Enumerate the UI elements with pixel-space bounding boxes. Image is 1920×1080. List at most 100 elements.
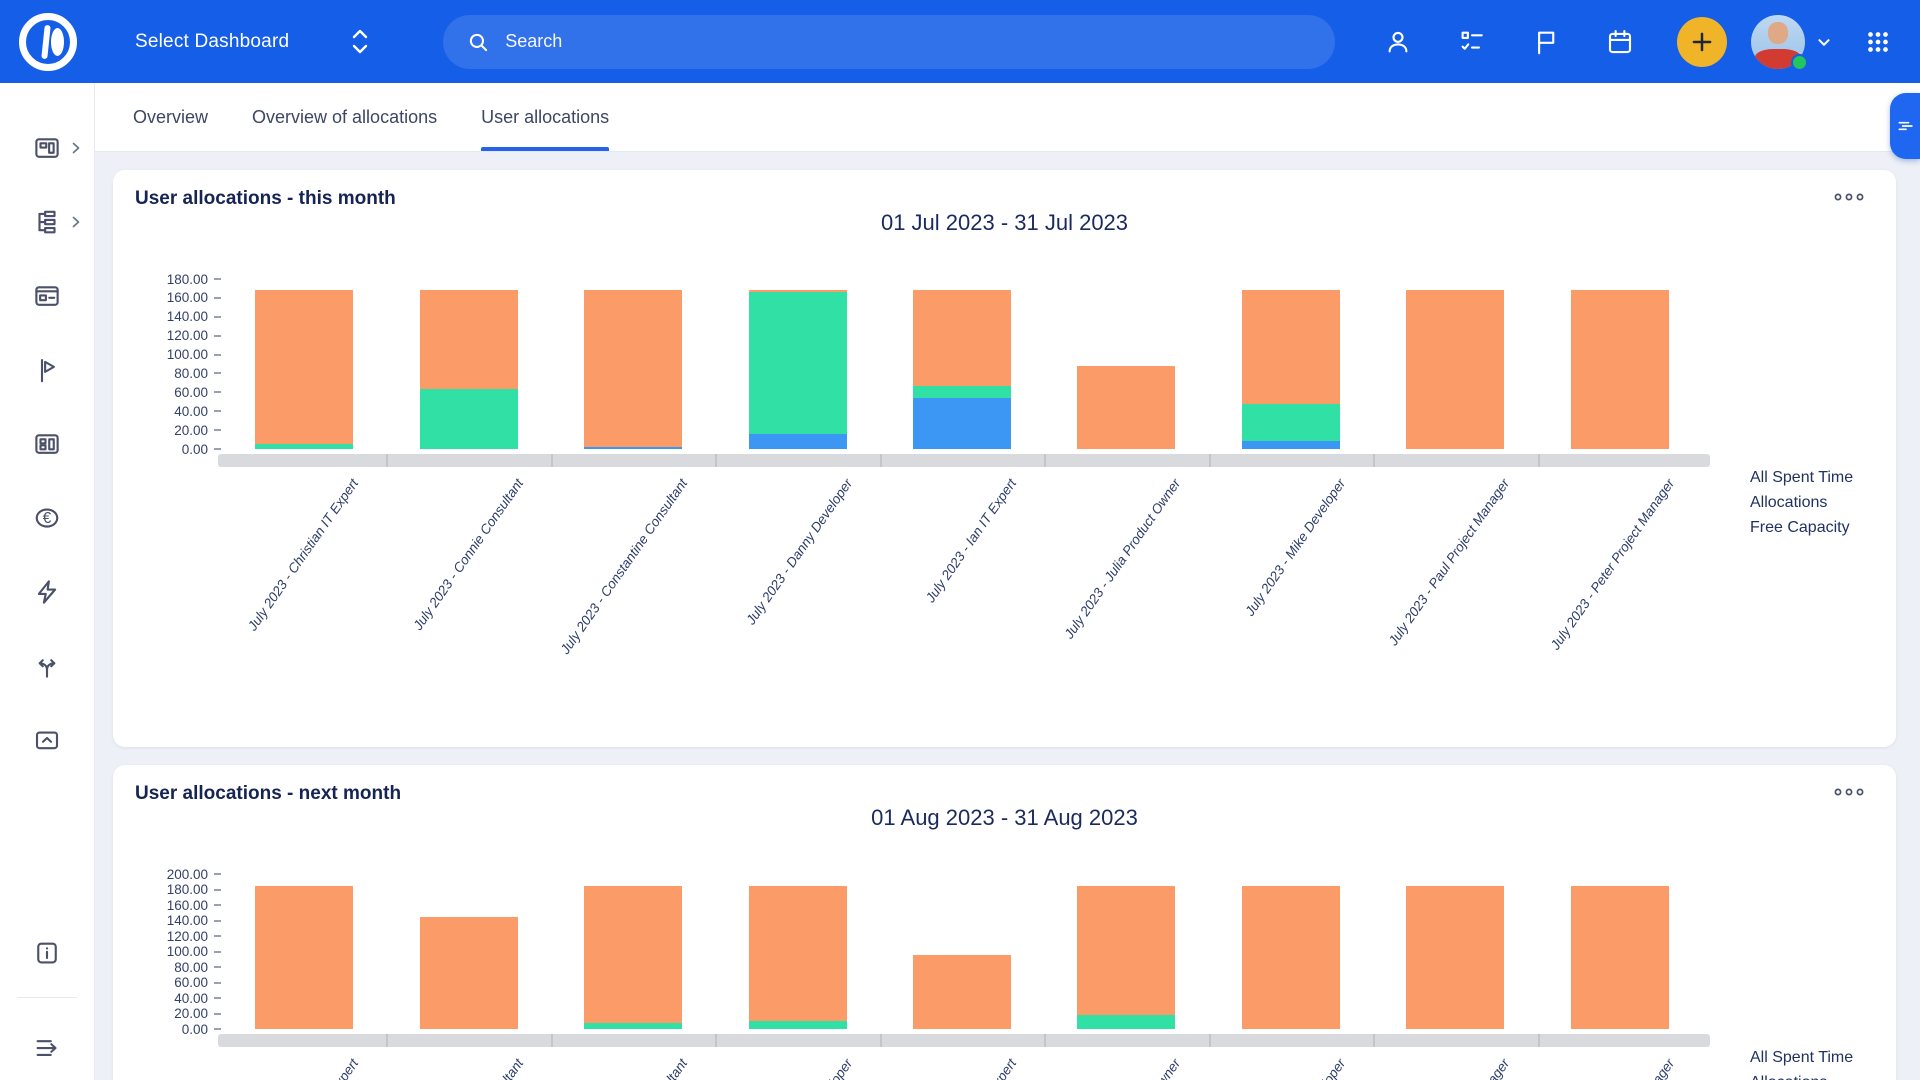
ellipsis-icon[interactable] <box>1832 190 1866 204</box>
bar-segment[interactable] <box>1242 441 1340 449</box>
stacked-bar[interactable] <box>749 290 847 449</box>
tab-overview[interactable]: Overview <box>133 83 208 151</box>
stacked-bar[interactable] <box>1077 366 1175 449</box>
sidebar-item-cards[interactable] <box>0 259 95 333</box>
legend-item[interactable]: Free Capacity <box>1750 517 1853 539</box>
bar-segment[interactable] <box>255 290 353 444</box>
bar-segment[interactable] <box>420 389 518 449</box>
bar-group <box>1044 874 1208 1029</box>
sidebar-item-dashboard[interactable] <box>0 111 95 185</box>
logo-leaf <box>51 28 64 56</box>
stacked-bar[interactable] <box>749 886 847 1029</box>
user-icon[interactable] <box>1383 27 1413 57</box>
stacked-bar[interactable] <box>1406 290 1504 449</box>
bar-group <box>1373 874 1537 1029</box>
x-axis-scrollbar[interactable] <box>218 454 1710 467</box>
chevron-right-icon[interactable] <box>70 215 82 229</box>
bar-segment[interactable] <box>255 444 353 449</box>
logo-bar <box>41 24 51 58</box>
y-axis-tick: 200.00 <box>113 866 221 882</box>
bar-segment[interactable] <box>420 917 518 1029</box>
bar-segment[interactable] <box>1077 886 1175 1015</box>
x-axis-label: August 2023 - Ian IT Expert <box>835 1056 1019 1080</box>
dashboard-selector[interactable]: Select Dashboard <box>135 27 373 57</box>
search-bar[interactable] <box>443 15 1335 69</box>
bar-group <box>1209 874 1373 1029</box>
header-actions <box>1383 27 1635 57</box>
bar-segment[interactable] <box>1571 290 1669 449</box>
bar-segment[interactable] <box>584 447 682 449</box>
stacked-bar[interactable] <box>584 290 682 449</box>
app-logo[interactable] <box>19 13 77 71</box>
bar-segment[interactable] <box>1406 290 1504 449</box>
stacked-bar[interactable] <box>913 955 1011 1029</box>
stacked-bar[interactable] <box>1571 290 1669 449</box>
stacked-bar[interactable] <box>584 886 682 1029</box>
sidebar-item-project-tree[interactable] <box>0 185 95 259</box>
legend-item[interactable]: Allocations <box>1750 492 1853 514</box>
bar-segment[interactable] <box>420 290 518 388</box>
sidebar-item-info[interactable] <box>0 921 95 985</box>
stacked-bar[interactable] <box>1077 886 1175 1029</box>
add-button[interactable] <box>1677 17 1727 67</box>
bar-segment[interactable] <box>913 398 1011 449</box>
bar-segment[interactable] <box>1571 886 1669 1029</box>
bar-segment[interactable] <box>913 955 1011 1029</box>
ellipsis-icon[interactable] <box>1832 785 1866 799</box>
calendar-icon[interactable] <box>1605 27 1635 57</box>
avatar[interactable] <box>1751 15 1805 69</box>
legend-item[interactable]: All Spent Time <box>1750 1047 1853 1069</box>
bar-segment[interactable] <box>749 886 847 1021</box>
x-axis-scrollbar[interactable] <box>218 1034 1710 1047</box>
chevron-right-icon[interactable] <box>70 141 82 155</box>
checklist-icon[interactable] <box>1457 27 1487 57</box>
bar-segment[interactable] <box>913 386 1011 398</box>
bar-segment[interactable] <box>1077 366 1175 449</box>
bar-segment[interactable] <box>584 886 682 1022</box>
sidebar-item-archive[interactable] <box>0 703 95 777</box>
apps-grid-icon[interactable] <box>1863 27 1893 57</box>
bar-group <box>1044 279 1208 449</box>
sidebar-item-expand-sidebar[interactable] <box>0 1016 95 1080</box>
bar-segment[interactable] <box>1242 404 1340 442</box>
y-axis-tick: 40.00 <box>113 990 221 1006</box>
sidebar: € <box>0 83 95 1080</box>
stacked-bar[interactable] <box>420 290 518 449</box>
search-input[interactable] <box>505 31 1313 52</box>
bar-segment[interactable] <box>749 434 847 449</box>
stacked-bar[interactable] <box>1242 290 1340 449</box>
bar-segment[interactable] <box>749 1021 847 1029</box>
tab-overview-of-allocations[interactable]: Overview of allocations <box>252 83 437 151</box>
stacked-bar[interactable] <box>255 290 353 449</box>
flag-icon[interactable] <box>1531 27 1561 57</box>
bar-segment[interactable] <box>1242 290 1340 403</box>
tab-user-allocations[interactable]: User allocations <box>481 83 609 151</box>
sidebar-item-finance-euro[interactable]: € <box>0 481 95 555</box>
stacked-bar[interactable] <box>255 886 353 1029</box>
legend-item[interactable]: Allocations <box>1750 1072 1853 1080</box>
tab-bar: Overview Overview of allocations User al… <box>95 83 1920 152</box>
bar-segment[interactable] <box>1077 1015 1175 1029</box>
bar-segment[interactable] <box>749 292 847 434</box>
y-axis-tick: 0.00 <box>113 1021 221 1037</box>
user-menu[interactable] <box>1751 15 1835 69</box>
sidebar-item-milestone-flag[interactable] <box>0 333 95 407</box>
bar-segment[interactable] <box>1406 886 1504 1029</box>
bar-segment[interactable] <box>255 886 353 1029</box>
filter-flyout-button[interactable] <box>1890 93 1920 159</box>
bar-group <box>880 874 1044 1029</box>
bar-segment[interactable] <box>584 1023 682 1029</box>
stacked-bar[interactable] <box>420 917 518 1029</box>
sidebar-item-integrations[interactable] <box>0 629 95 703</box>
bar-segment[interactable] <box>584 290 682 447</box>
y-axis-tick: 20.00 <box>113 422 221 438</box>
stacked-bar[interactable] <box>913 290 1011 449</box>
legend-item[interactable]: All Spent Time <box>1750 467 1853 489</box>
sidebar-item-quick-actions[interactable] <box>0 555 95 629</box>
sidebar-item-modules[interactable] <box>0 407 95 481</box>
stacked-bar[interactable] <box>1571 886 1669 1029</box>
bar-segment[interactable] <box>913 290 1011 385</box>
stacked-bar[interactable] <box>1406 886 1504 1029</box>
stacked-bar[interactable] <box>1242 886 1340 1029</box>
bar-segment[interactable] <box>1242 886 1340 1029</box>
